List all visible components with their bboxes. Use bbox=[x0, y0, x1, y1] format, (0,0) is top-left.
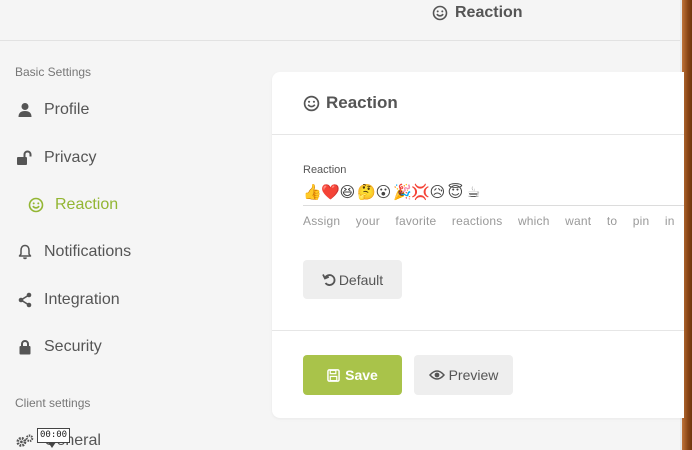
page-title: Reaction bbox=[432, 3, 523, 23]
emoji[interactable]: 😆 bbox=[339, 185, 356, 200]
reaction-field-label: Reaction bbox=[303, 164, 347, 176]
emoji[interactable]: 😥 bbox=[429, 185, 446, 200]
bell-icon bbox=[16, 243, 34, 261]
emoji[interactable]: ☕ bbox=[465, 185, 482, 200]
emoji[interactable]: 💢 bbox=[411, 185, 430, 200]
smile-icon bbox=[303, 95, 320, 111]
card-header: Reaction bbox=[272, 72, 684, 135]
sidebar-item-privacy[interactable]: Privacy bbox=[16, 146, 96, 170]
emoji[interactable]: 👍 bbox=[303, 185, 322, 200]
save-button-label: Save bbox=[345, 367, 378, 383]
sidebar-item-label: Reaction bbox=[55, 196, 119, 213]
reaction-card: Reaction Reaction 👍 ❤️ 😆 🤔 😮 🎉 💢 😥 😇 ☕ A… bbox=[272, 72, 684, 418]
save-button[interactable]: Save bbox=[303, 355, 402, 395]
emoji[interactable]: 🎉 bbox=[393, 185, 412, 200]
gears-icon bbox=[16, 432, 34, 450]
default-button-label: Default bbox=[338, 271, 384, 288]
preview-button-label: Preview bbox=[448, 367, 499, 383]
tooltip-tail bbox=[48, 442, 56, 448]
reaction-helper-text: Assign your favorite reactions which wan… bbox=[303, 214, 675, 228]
lock-icon bbox=[16, 338, 34, 356]
share-icon bbox=[16, 291, 34, 309]
emoji[interactable]: 😮 bbox=[375, 185, 392, 200]
sidebar-item-notifications[interactable]: Notifications bbox=[16, 240, 131, 264]
section-label-basic: Basic Settings bbox=[15, 65, 92, 79]
smile-icon bbox=[432, 5, 448, 21]
sidebar-item-label: Integration bbox=[44, 291, 120, 308]
top-bar: Reaction bbox=[0, 0, 682, 41]
sidebar-item-label: Notifications bbox=[44, 243, 132, 260]
section-label-client: Client settings bbox=[15, 396, 91, 410]
reaction-emoji-input[interactable]: 👍 ❤️ 😆 🤔 😮 🎉 💢 😥 😇 ☕ bbox=[303, 180, 684, 206]
card-title: Reaction bbox=[326, 93, 398, 112]
sidebar-item-security[interactable]: Security bbox=[16, 335, 102, 359]
undo-icon bbox=[322, 273, 336, 286]
sidebar-item-label: Security bbox=[44, 338, 102, 355]
unlock-icon bbox=[16, 149, 34, 167]
emoji[interactable]: ❤️ bbox=[321, 185, 340, 200]
emoji[interactable]: 🤔 bbox=[357, 185, 376, 200]
card-divider bbox=[272, 330, 684, 331]
user-icon bbox=[16, 101, 34, 119]
time-tooltip: 00:00 bbox=[37, 428, 71, 443]
floppy-icon bbox=[327, 368, 340, 382]
sidebar-item-integration[interactable]: Integration bbox=[16, 288, 120, 312]
page-title-text: Reaction bbox=[455, 4, 523, 21]
default-button[interactable]: Default bbox=[303, 260, 402, 299]
sidebar-item-label: Profile bbox=[44, 101, 90, 118]
smile-icon bbox=[27, 196, 45, 214]
preview-button[interactable]: Preview bbox=[414, 355, 513, 395]
sidebar-item-profile[interactable]: Profile bbox=[16, 98, 89, 122]
emoji[interactable]: 😇 bbox=[447, 185, 464, 200]
sidebar-item-reaction[interactable]: Reaction bbox=[27, 193, 118, 217]
eye-icon bbox=[428, 370, 445, 380]
sidebar-item-label: Privacy bbox=[44, 149, 97, 166]
